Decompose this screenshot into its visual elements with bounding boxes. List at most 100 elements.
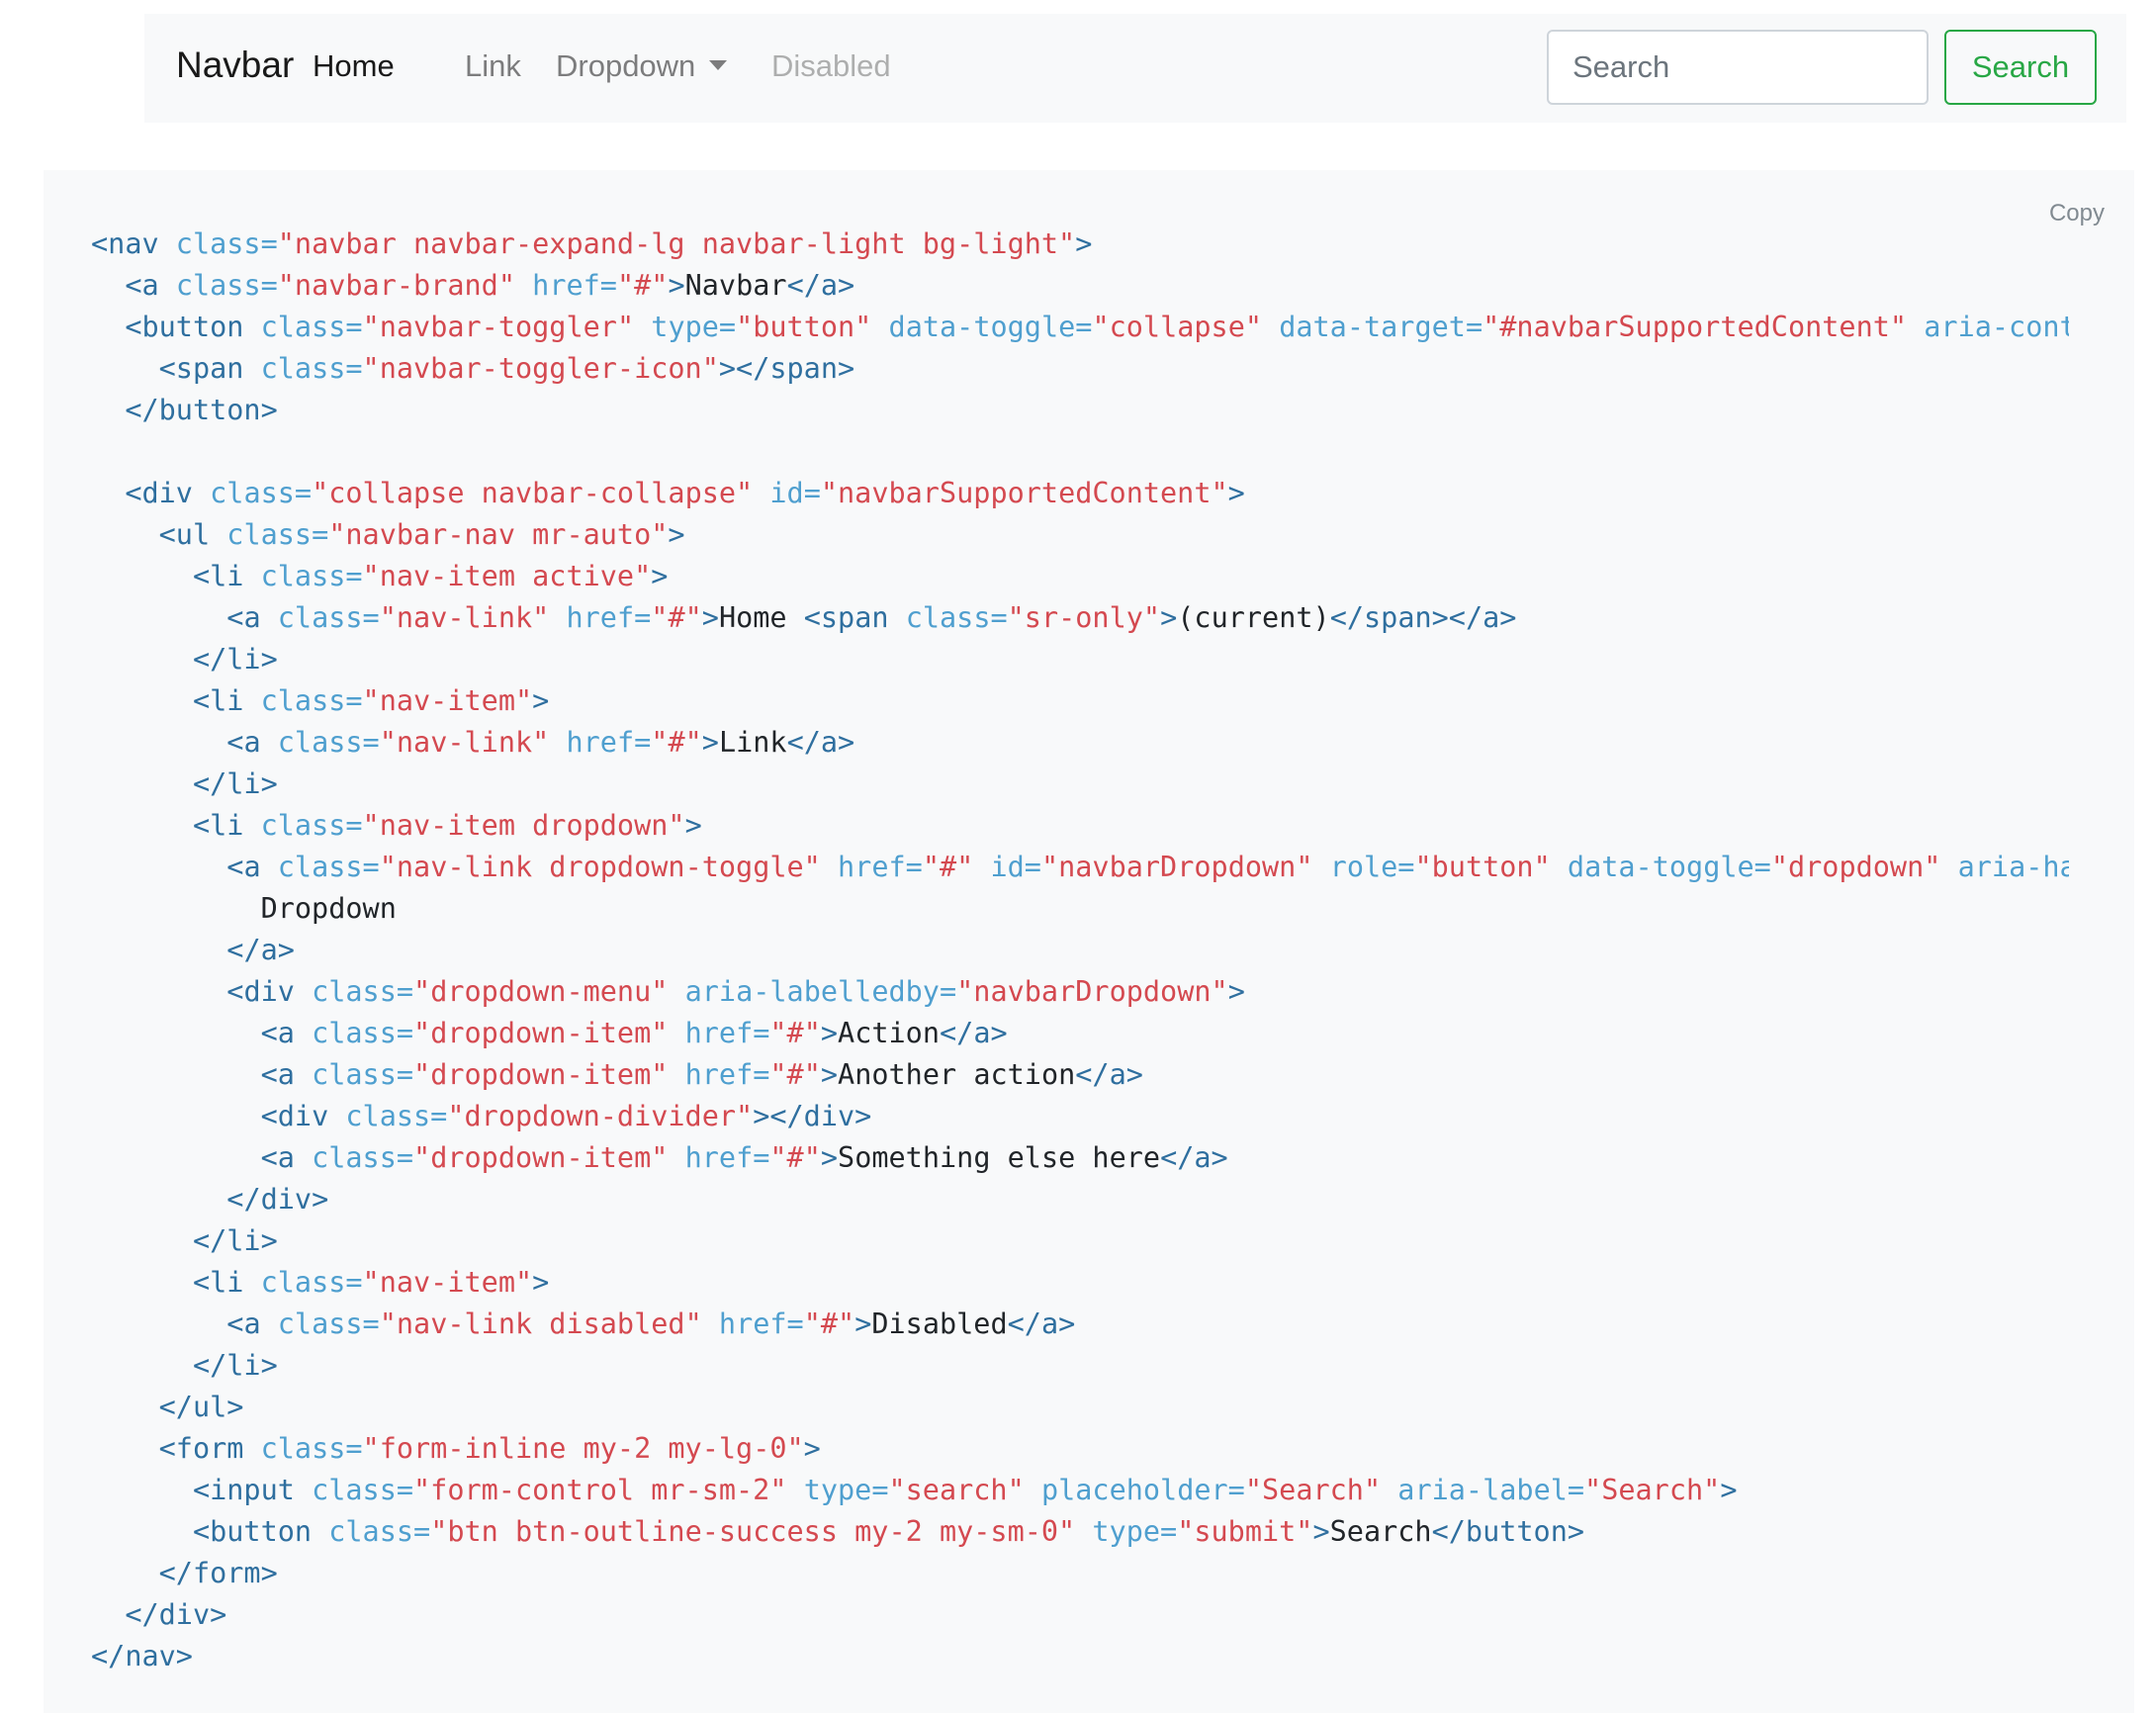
docs-page: Navbar Home Link Dropdown Disabled Searc… <box>0 0 2156 1713</box>
code-token: <a <box>226 601 278 634</box>
code-token: <div <box>125 477 211 509</box>
code-token: > <box>820 1058 839 1091</box>
code-token: "btn btn-outline-success my-2 my-sm-0" <box>430 1515 1076 1548</box>
code-token: class= <box>260 352 363 385</box>
code-line: </button> <box>91 390 2069 431</box>
code-token: <li <box>192 809 261 842</box>
code-token: id= <box>990 851 1041 883</box>
search-button[interactable]: Search <box>1944 30 2097 105</box>
nav-link-dropdown[interactable]: Dropdown <box>556 46 728 86</box>
nav-link-link[interactable]: Link <box>465 46 521 86</box>
code-token: > <box>1312 1515 1330 1548</box>
nav-link-home[interactable]: Home <box>313 46 395 86</box>
code-token: </nav> <box>91 1640 193 1672</box>
code-line: </a> <box>91 930 2069 971</box>
code-token: "nav-link" <box>379 601 550 634</box>
code-token: class= <box>175 269 278 302</box>
code-token: Navbar <box>684 269 787 302</box>
code-token: </span></a> <box>1329 601 1517 634</box>
code-line: </div> <box>91 1179 2069 1220</box>
code-token: "navbarSupportedContent" <box>820 477 1228 509</box>
code-token: class= <box>226 518 329 551</box>
code-token: "dropdown-menu" <box>413 975 669 1008</box>
code-token: "nav-link dropdown-toggle" <box>379 851 821 883</box>
code-line: <a class="nav-link disabled" href="#">Di… <box>91 1304 2069 1345</box>
code-line: <div class="dropdown-divider"></div> <box>91 1096 2069 1137</box>
code-line: <li class="nav-item"> <box>91 680 2069 722</box>
code-token: > <box>854 1307 872 1340</box>
code-token: > <box>1720 1474 1738 1506</box>
code-line: <div class="collapse navbar-collapse" id… <box>91 473 2069 514</box>
code-line: <button class="btn btn-outline-success m… <box>91 1511 2069 1553</box>
code-token: "navbar-toggler-icon" <box>362 352 719 385</box>
search-input[interactable] <box>1547 30 1929 105</box>
code-token: href= <box>566 601 652 634</box>
code-line: <a class="dropdown-item" href="#">Action… <box>91 1013 2069 1054</box>
navbar-brand[interactable]: Navbar <box>176 44 294 87</box>
code-line: <a class="dropdown-item" href="#">Anothe… <box>91 1054 2069 1096</box>
code-line: <a class="nav-link" href="#">Link</a> <box>91 722 2069 764</box>
code-token: class= <box>312 1017 414 1049</box>
caret-down-icon <box>709 60 728 70</box>
code-token: "nav-item active" <box>362 560 652 592</box>
code-line: <li class="nav-item active"> <box>91 556 2069 597</box>
code-block: Copy <nav class="navbar navbar-expand-lg… <box>44 170 2134 1713</box>
code-token: > <box>532 1266 550 1299</box>
code-token: </a> <box>786 269 855 302</box>
code-token: <button <box>125 311 261 343</box>
code-token: class= <box>312 975 414 1008</box>
code-line: </div> <box>91 1594 2069 1636</box>
code-token: "#" <box>651 726 702 759</box>
code-line: <span class="navbar-toggler-icon"></span… <box>91 348 2069 390</box>
code-token: <a <box>260 1141 313 1174</box>
code-token: </a> <box>226 934 295 966</box>
code-token: "dropdown" <box>1770 851 1941 883</box>
code-line: <form class="form-inline my-2 my-lg-0"> <box>91 1428 2069 1470</box>
code-token: class= <box>260 684 363 717</box>
code-line: </li> <box>91 1345 2069 1387</box>
code-token: "nav-item dropdown" <box>362 809 685 842</box>
code-token: class= <box>905 601 1008 634</box>
code-token: type= <box>1092 1515 1178 1548</box>
code-token: > <box>1227 975 1245 1008</box>
code-token: "search" <box>888 1474 1025 1506</box>
code-token: aria-labelledby= <box>684 975 957 1008</box>
code-token: "#navbarSupportedContent" <box>1482 311 1908 343</box>
code-token: "collapse" <box>1092 311 1263 343</box>
code-line: </li> <box>91 764 2069 805</box>
code-token: class= <box>312 1474 414 1506</box>
code-token: <button <box>192 1515 329 1548</box>
code-token: </a> <box>940 1017 1008 1049</box>
code-token: href= <box>718 1307 804 1340</box>
code-token: <div <box>226 975 313 1008</box>
code-token: > <box>1160 601 1178 634</box>
code-token: <a <box>226 851 278 883</box>
code-token: "#" <box>651 601 702 634</box>
code-token: data-target= <box>1279 311 1483 343</box>
code-token: > <box>1227 477 1245 509</box>
